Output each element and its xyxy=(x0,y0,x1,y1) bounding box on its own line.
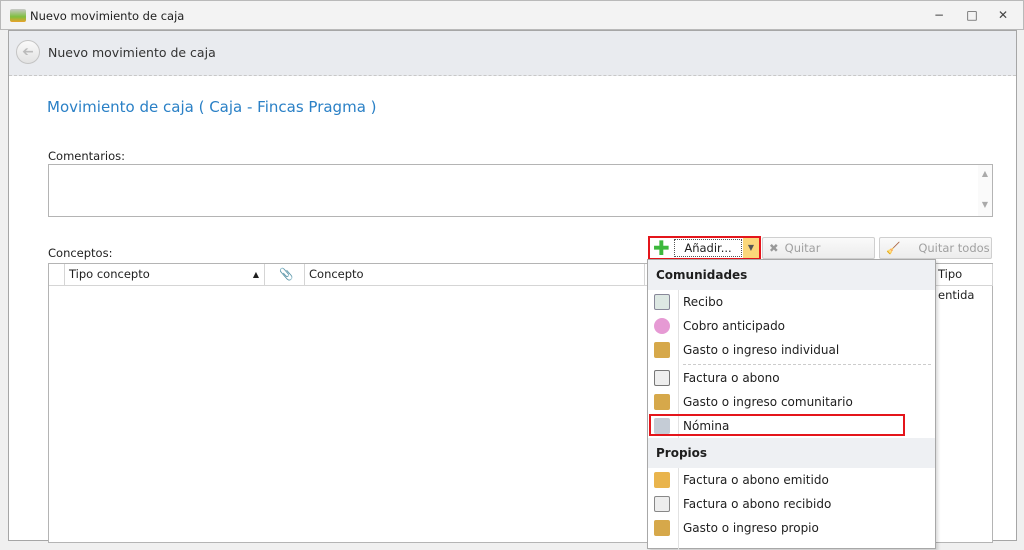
cash-register-icon xyxy=(654,520,670,536)
menu-item-factura-abono[interactable]: Factura o abono xyxy=(648,366,935,390)
cash-register-icon xyxy=(10,9,26,22)
menu-item-label: Gasto o ingreso individual xyxy=(683,343,840,357)
invoice-issued-icon xyxy=(654,472,670,488)
page-header: ➔ Nuevo movimiento de caja xyxy=(9,31,1016,76)
back-arrow-icon: ➔ xyxy=(22,44,34,60)
menu-item-gasto-comunitario[interactable]: Gasto o ingreso comunitario xyxy=(648,390,935,414)
menu-item-recibo[interactable]: Recibo xyxy=(648,290,935,314)
cash-register-icon xyxy=(654,342,670,358)
piggy-bank-icon xyxy=(654,318,670,334)
paperclip-icon: 📎 xyxy=(279,267,294,281)
menu-group-propios: Propios xyxy=(648,438,935,468)
menu-item-label: Gasto o ingreso comunitario xyxy=(683,395,853,409)
remove-all-label: Quitar todos xyxy=(918,241,990,255)
column-attachment[interactable]: 📎 xyxy=(265,264,305,286)
add-button[interactable]: ✚ Añadir... ▼ xyxy=(648,236,761,260)
concepts-label: Conceptos: xyxy=(48,246,113,260)
column-concepto[interactable]: Concepto xyxy=(305,264,645,286)
main-panel: ➔ Nuevo movimiento de caja Movimiento de… xyxy=(8,30,1017,550)
menu-item-gasto-individual[interactable]: Gasto o ingreso individual xyxy=(648,338,935,362)
menu-item-label: Factura o abono emitido xyxy=(683,473,829,487)
highlight-box xyxy=(649,414,905,436)
menu-item-factura-emitido[interactable]: Factura o abono emitido xyxy=(648,468,935,492)
column-tipo-concepto[interactable]: Tipo concepto ▲ xyxy=(65,264,265,286)
section-title: Movimiento de caja ( Caja - Fincas Pragm… xyxy=(47,98,377,116)
receipt-icon xyxy=(654,294,670,310)
header-title: Nuevo movimiento de caja xyxy=(48,45,216,60)
minimize-button[interactable]: − xyxy=(931,8,947,22)
column-label: Tipo entida xyxy=(938,267,975,302)
cash-register-icon xyxy=(654,394,670,410)
column-tipo-entidad[interactable]: Tipo entida xyxy=(933,264,993,302)
title-bar: Nuevo movimiento de caja − □ ✕ xyxy=(0,0,1024,30)
menu-item-factura-recibido[interactable]: Factura o abono recibido xyxy=(648,492,935,516)
comments-input[interactable]: ▲ ▼ xyxy=(48,164,993,217)
menu-item-label: Recibo xyxy=(683,295,724,309)
close-button[interactable]: ✕ xyxy=(995,8,1011,22)
menu-item-label: Factura o abono recibido xyxy=(683,497,832,511)
x-icon: ✖ xyxy=(769,241,779,255)
menu-item-label: Factura o abono xyxy=(683,371,780,385)
invoice-received-icon xyxy=(654,496,670,512)
menu-item-label: Gasto o ingreso propio xyxy=(683,521,819,535)
window-title: Nuevo movimiento de caja xyxy=(30,9,185,23)
menu-item-cobro-anticipado[interactable]: Cobro anticipado xyxy=(648,314,935,338)
menu-group-comunidades: Comunidades xyxy=(648,260,935,290)
comments-scrollbar[interactable]: ▲ ▼ xyxy=(978,165,992,216)
remove-concept-button[interactable]: ✖Quitar concepto xyxy=(762,237,875,275)
invoice-icon xyxy=(654,370,670,386)
menu-item-gasto-propio[interactable]: Gasto o ingreso propio xyxy=(648,516,935,540)
column-label: Tipo concepto xyxy=(69,267,150,281)
menu-separator xyxy=(683,364,931,365)
add-dropdown-menu: Comunidades Recibo Cobro anticipado Gast… xyxy=(647,259,936,550)
column-label: Concepto xyxy=(309,267,364,281)
row-indicator-column xyxy=(49,264,65,286)
chevron-down-icon[interactable]: ▼ xyxy=(743,238,759,258)
remove-all-button[interactable]: 🧹 Quitar todos xyxy=(879,237,992,259)
broom-icon: 🧹 xyxy=(886,241,901,255)
plus-icon: ✚ xyxy=(653,236,670,260)
sort-up-icon: ▲ xyxy=(252,270,259,279)
menu-item-label: Cobro anticipado xyxy=(683,319,786,333)
maximize-button[interactable]: □ xyxy=(964,8,980,22)
comments-label: Comentarios: xyxy=(48,149,126,163)
add-button-label: Añadir... xyxy=(674,239,742,257)
back-button[interactable]: ➔ xyxy=(16,40,40,64)
